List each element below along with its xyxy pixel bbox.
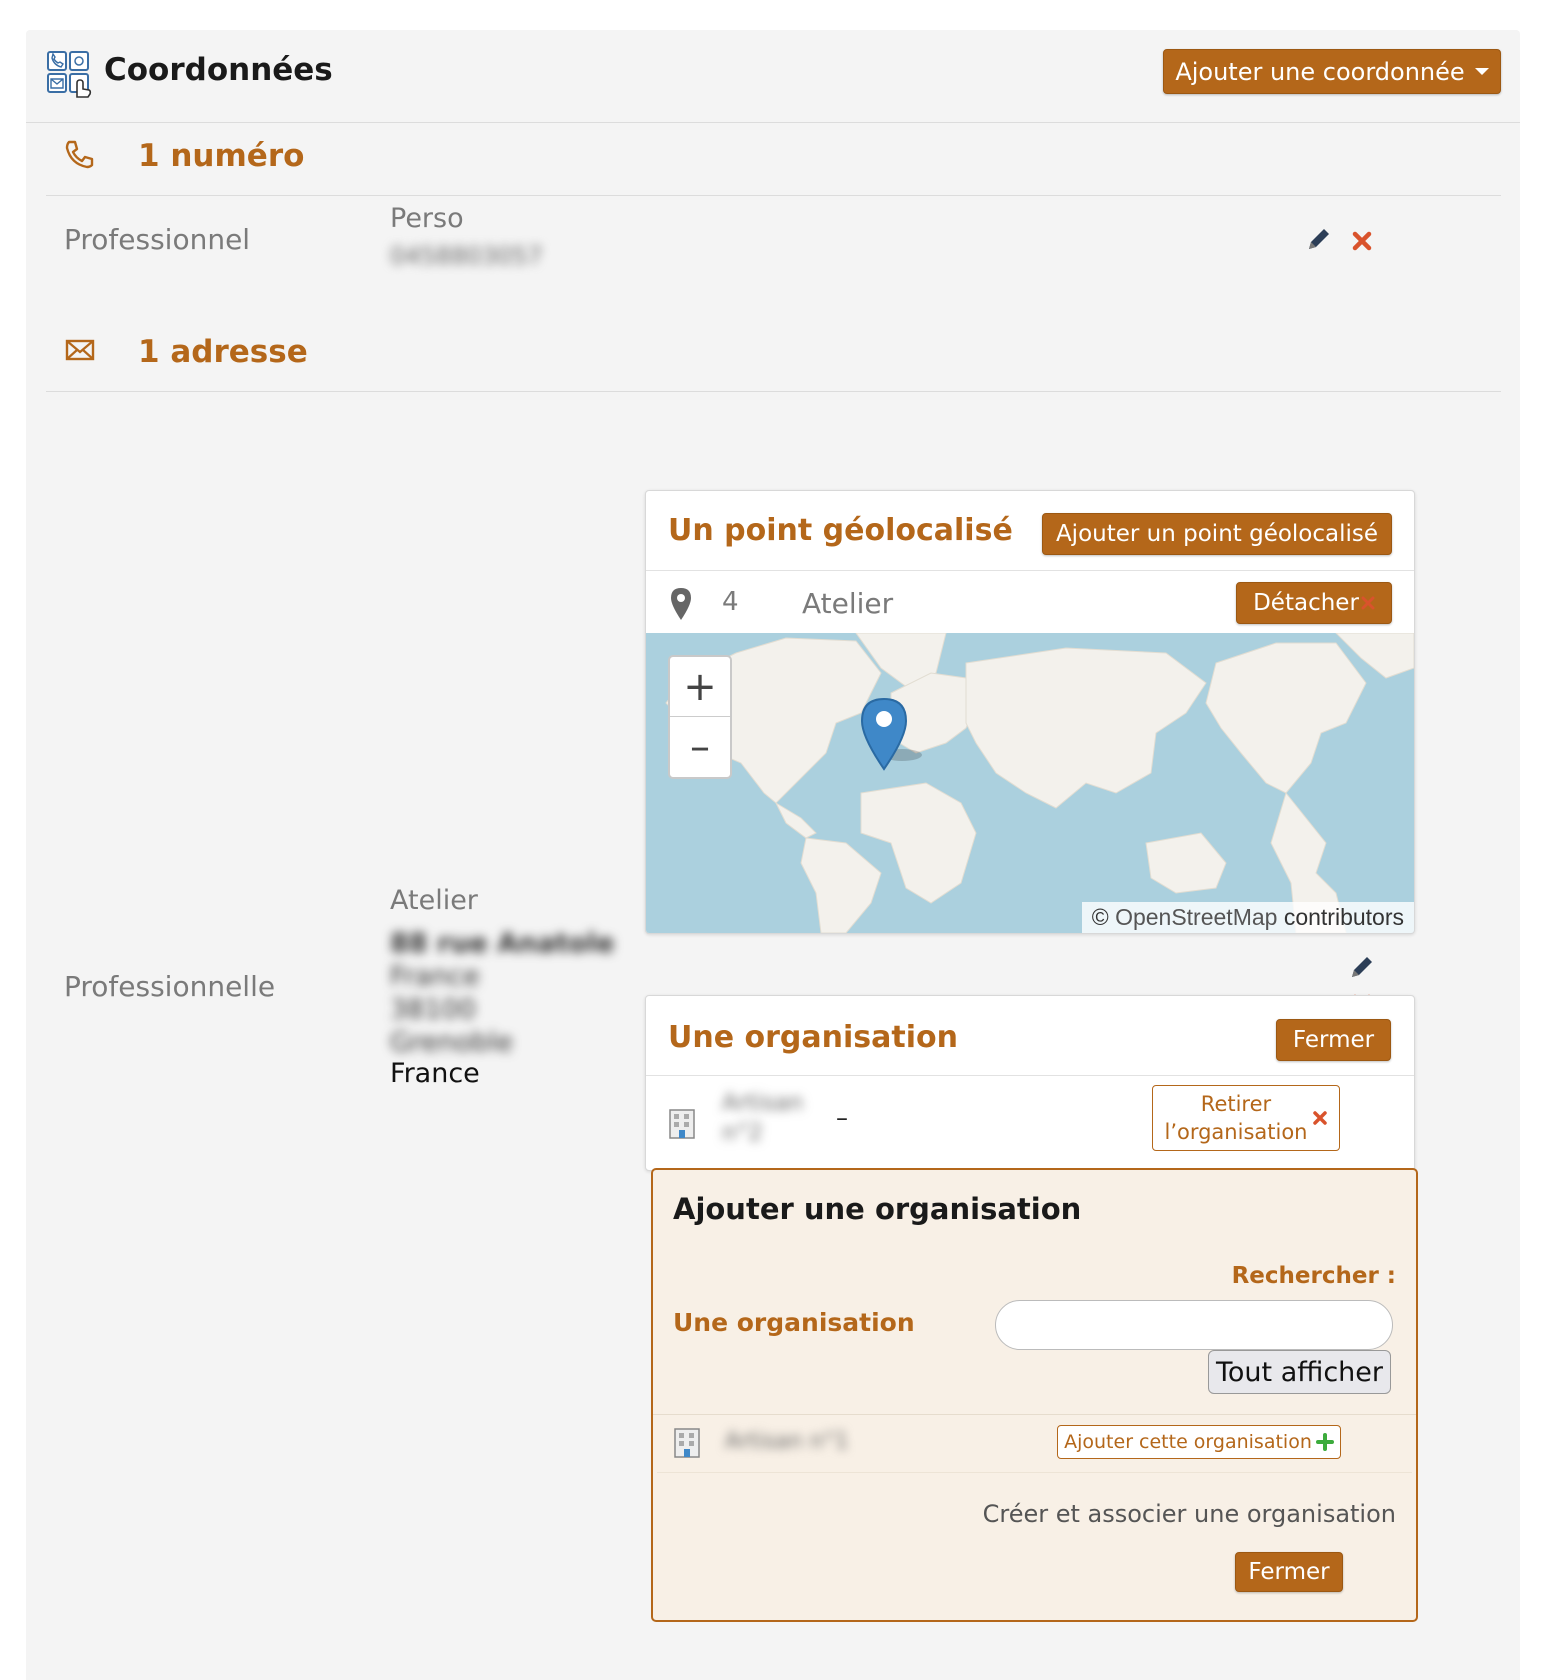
address-line1: 88 rue Anatole (390, 928, 615, 959)
add-organisation-close-button[interactable]: Fermer (1235, 1552, 1343, 1592)
addresses-section-title: 1 adresse (138, 334, 308, 370)
create-organisation-link[interactable]: Créer et associer une organisation (983, 1500, 1396, 1528)
result-organisation-name: Artisan n°1 (725, 1429, 849, 1454)
phones-section-title: 1 numéro (138, 138, 305, 174)
remove-organisation-button[interactable]: Retirer l’organisation (1152, 1085, 1340, 1151)
remove-label-line2: l’organisation (1164, 1120, 1308, 1144)
linked-organisation-dash: – (836, 1104, 848, 1132)
address-postcode: 38100 (390, 994, 476, 1025)
organisation-title: Une organisation (668, 1020, 958, 1055)
contact-cards-icon (47, 51, 92, 98)
panel-title: Coordonnées (104, 52, 333, 88)
phone-number: 0458803057 (390, 242, 543, 270)
phone-label: Professionnel (64, 223, 251, 256)
organisation-field-label: Une organisation (673, 1308, 915, 1337)
building-icon (674, 1428, 700, 1458)
map-marker-icon[interactable] (860, 695, 930, 775)
pencil-icon[interactable] (1306, 226, 1332, 252)
address-label: Professionnelle (64, 970, 276, 1003)
detach-label: Détacher (1253, 590, 1359, 616)
panel-header: Coordonnées Ajouter une coordonnée (26, 30, 1520, 123)
add-organisation-panel: Ajouter une organisation Rechercher : Un… (651, 1168, 1418, 1622)
address-city: Grenoble (390, 1027, 513, 1058)
plus-icon (1315, 1433, 1334, 1451)
linked-organisation-name-line2: n°2 (722, 1120, 763, 1146)
map-view[interactable]: + – © OpenStreetMap contributors (646, 633, 1414, 933)
zoom-in-button[interactable]: + (670, 657, 730, 717)
close-x-icon (1312, 1111, 1327, 1125)
address-type: Atelier (390, 885, 478, 916)
divider (657, 1472, 1412, 1473)
organisation-search-input[interactable] (995, 1300, 1393, 1350)
add-organisation-title: Ajouter une organisation (673, 1192, 1082, 1226)
address-country: France (390, 1058, 480, 1089)
organisation-close-button[interactable]: Fermer (1276, 1019, 1391, 1061)
zoom-out-button[interactable]: – (670, 717, 730, 777)
map-pin-icon (671, 588, 691, 620)
organisation-box: Une organisation Fermer Artisan n°2 – Re… (645, 995, 1415, 1171)
remove-organisation-label: Retirer l’organisation (1164, 1090, 1307, 1146)
openstreetmap-link[interactable]: OpenStreetMap (1115, 904, 1277, 930)
phone-type: Perso (390, 203, 464, 234)
divider (646, 1075, 1414, 1076)
close-x-icon (1361, 596, 1375, 610)
add-this-organisation-button[interactable]: Ajouter cette organisation (1057, 1425, 1341, 1459)
phones-section-header: 1 numéro (46, 116, 1501, 196)
show-all-button[interactable]: Tout afficher (1208, 1350, 1391, 1394)
attribution-contributors: contributors (1283, 904, 1404, 930)
phone-icon (65, 140, 94, 169)
add-geo-point-button[interactable]: Ajouter un point géolocalisé (1042, 513, 1392, 555)
attribution-copyright: © (1091, 904, 1109, 930)
detach-button[interactable]: Détacher (1236, 582, 1392, 624)
search-label: Rechercher : (1231, 1263, 1396, 1289)
building-icon (669, 1109, 695, 1139)
address-line2: France (390, 961, 480, 992)
map-attribution: © OpenStreetMap contributors (1081, 902, 1414, 933)
pencil-icon[interactable] (1349, 954, 1375, 980)
search-result-row: Artisan n°1 Ajouter cette organisation (657, 1415, 1412, 1471)
geo-point-box: Un point géolocalisé Ajouter un point gé… (645, 490, 1415, 934)
add-coordinate-label: Ajouter une coordonnée (1175, 57, 1465, 86)
close-x-icon[interactable] (1352, 231, 1372, 251)
geo-point-number: 4 (722, 587, 739, 617)
add-coordinate-button[interactable]: Ajouter une coordonnée (1163, 49, 1501, 94)
divider (646, 570, 1414, 571)
geo-point-name: Atelier (802, 587, 894, 620)
geo-point-title: Un point géolocalisé (668, 513, 1013, 548)
world-map (665, 633, 1414, 933)
envelope-icon (65, 339, 95, 361)
zoom-control: + – (668, 655, 732, 779)
add-this-organisation-label: Ajouter cette organisation (1064, 1431, 1312, 1453)
caret-down-icon (1474, 68, 1489, 75)
addresses-section-header: 1 adresse (46, 312, 1501, 392)
linked-organisation-name-line1: Artisan (722, 1090, 804, 1116)
remove-label-line1: Retirer (1200, 1092, 1272, 1116)
